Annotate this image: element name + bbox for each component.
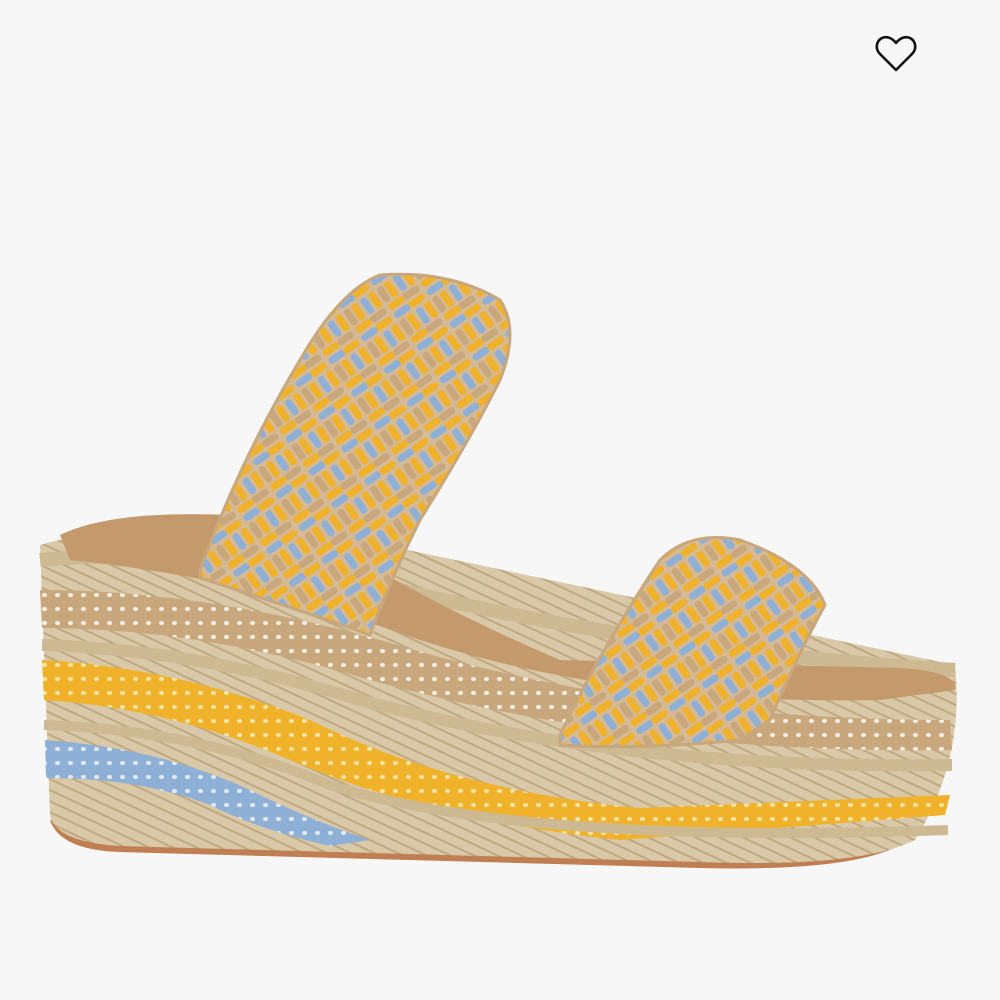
product-viewer: [0, 0, 1000, 1000]
wishlist-button[interactable]: [872, 32, 920, 76]
product-image: [39, 272, 957, 869]
heart-outline-icon: [875, 35, 917, 72]
